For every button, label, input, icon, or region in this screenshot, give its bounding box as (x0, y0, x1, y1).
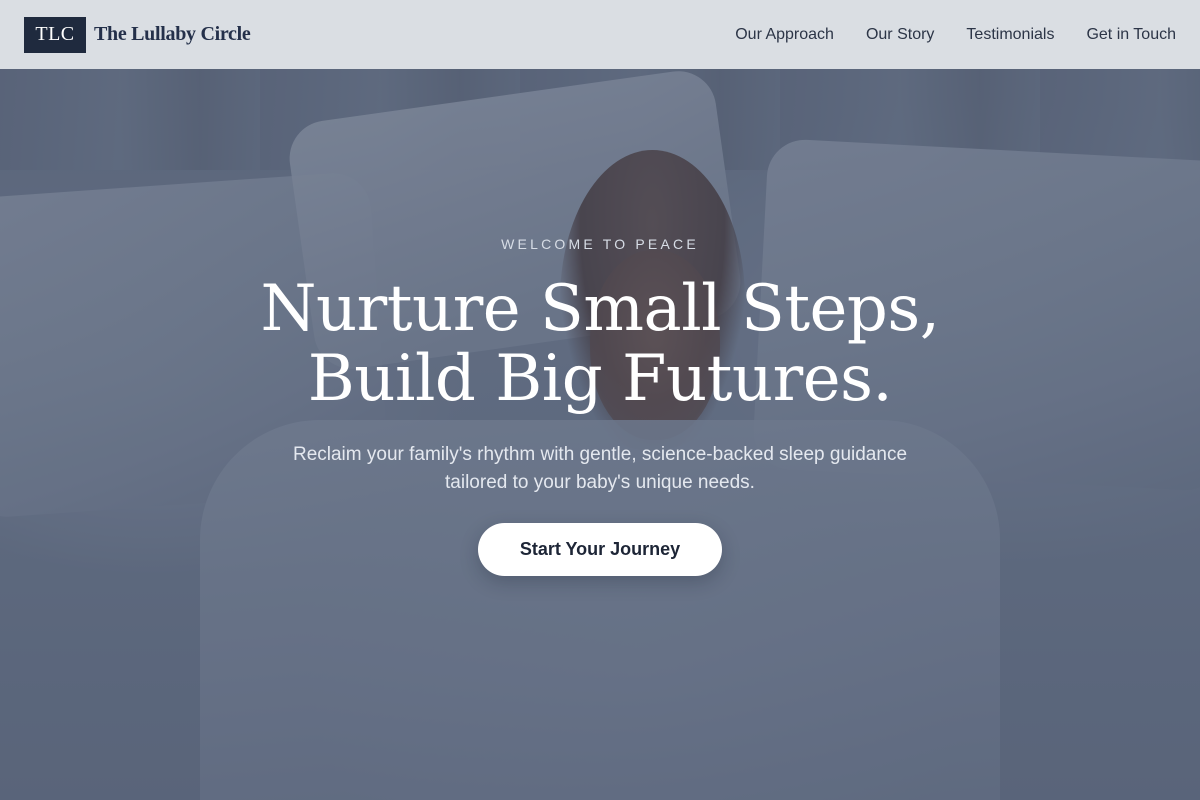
main-nav: Our Approach Our Story Testimonials Get … (735, 26, 1176, 44)
nav-link-get-in-touch[interactable]: Get in Touch (1086, 26, 1176, 44)
hero-section: WELCOME TO PEACE Nurture Small Steps, Bu… (0, 0, 1200, 800)
site-header: TLC The Lullaby Circle Our Approach Our … (0, 0, 1200, 69)
brand-name: The Lullaby Circle (94, 23, 251, 45)
hero-eyebrow: WELCOME TO PEACE (501, 236, 699, 252)
hero-headline: Nurture Small Steps, Build Big Futures. (0, 274, 1200, 414)
hero-headline-line-2: Build Big Futures. (307, 342, 893, 416)
landing-page: TLC The Lullaby Circle Our Approach Our … (0, 0, 1200, 800)
nav-link-our-story[interactable]: Our Story (866, 26, 934, 44)
nav-link-testimonials[interactable]: Testimonials (966, 26, 1054, 44)
hero-headline-line-1: Nurture Small Steps, (260, 272, 940, 346)
brand-home-link[interactable]: TLC The Lullaby Circle (24, 16, 251, 53)
logo-mark: TLC (24, 16, 86, 53)
hero-subtext: Reclaim your family's rhythm with gentle… (292, 444, 908, 493)
start-journey-button[interactable]: Start Your Journey (478, 523, 722, 576)
nav-link-our-approach[interactable]: Our Approach (735, 26, 834, 44)
